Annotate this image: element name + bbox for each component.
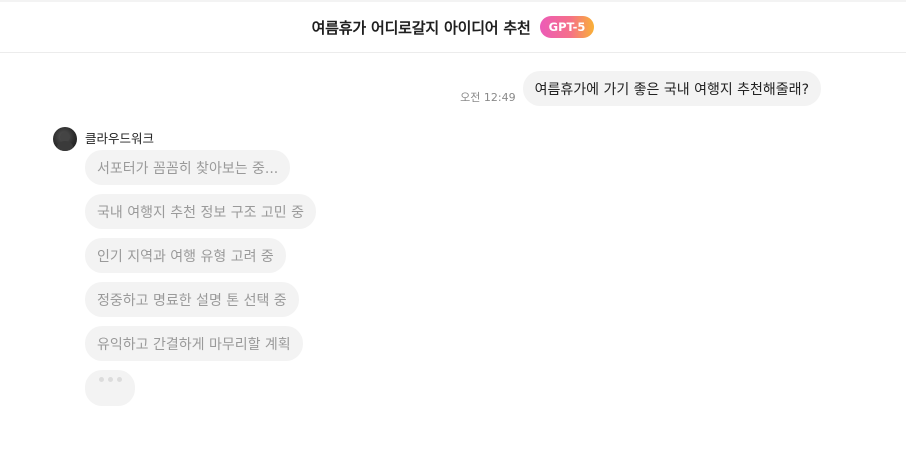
message-timestamp: 오전 12:49 (460, 91, 516, 104)
assistant-avatar (53, 127, 77, 151)
status-step: 정중하고 명료한 설명 톤 선택 중 (85, 282, 299, 317)
status-step: 서포터가 꼼꼼히 찾아보는 중... (85, 150, 291, 185)
chat-title[interactable]: 여름휴가 어디로갈지 아이디어 추천 (312, 17, 531, 38)
typing-dot-icon (98, 377, 104, 382)
assistant-name: 클라우드워크 (85, 131, 155, 146)
typing-dot-icon (107, 377, 113, 382)
user-message-bubble: 여름휴가에 가기 좋은 국내 여행지 추천해줄래? (522, 71, 821, 106)
status-step: 인기 지역과 여행 유형 고려 중 (85, 238, 286, 273)
chat-page: 여름휴가 어디로갈지 아이디어 추천 GPT-5 오전 12:49 여름휴가에 … (0, 0, 906, 467)
typing-dot-icon (116, 377, 122, 382)
user-message-row: 오전 12:49 여름휴가에 가기 좋은 국내 여행지 추천해줄래? (460, 71, 821, 106)
model-badge[interactable]: GPT-5 (539, 16, 595, 38)
assistant-status-list: 서포터가 꼼꼼히 찾아보는 중... 국내 여행지 추천 정보 구조 고민 중 … (85, 150, 317, 406)
typing-indicator (85, 370, 135, 406)
chat-header: 여름휴가 어디로갈지 아이디어 추천 GPT-5 (0, 0, 906, 53)
assistant-header: 클라우드워크 (53, 127, 154, 151)
status-step: 유익하고 간결하게 마무리할 계획 (85, 326, 303, 361)
status-step: 국내 여행지 추천 정보 구조 고민 중 (85, 194, 317, 229)
